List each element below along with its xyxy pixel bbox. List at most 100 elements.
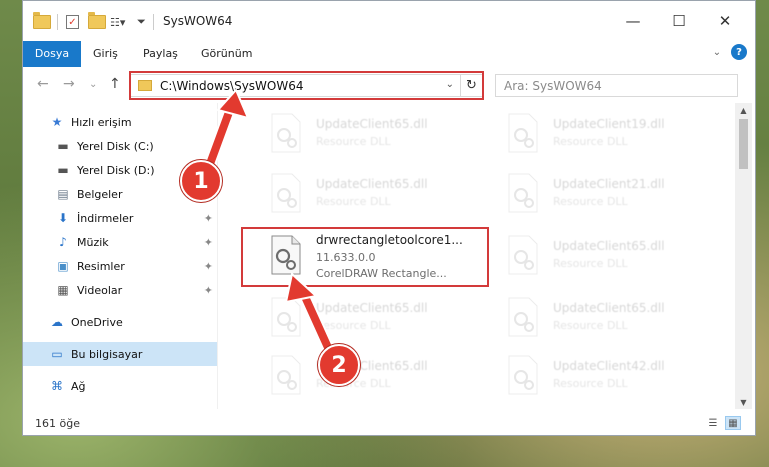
dll-file-icon	[508, 173, 538, 213]
maximize-button[interactable]: ☐	[656, 1, 702, 41]
drive-icon: ▬	[57, 139, 69, 153]
file-tile[interactable]: UpdateClient21.dll Resource DLL	[503, 167, 733, 219]
forward-arrow-icon[interactable]: →	[63, 76, 75, 92]
pin-icon[interactable]: ✦	[204, 236, 213, 249]
quick-access-dropdown-icon[interactable]: ⏷	[137, 13, 146, 31]
address-bar[interactable]: C:\Windows\SysWOW64 ⌄	[129, 74, 483, 97]
file-name: UpdateClient65.dll	[553, 239, 665, 253]
tab-file[interactable]: Dosya	[23, 41, 81, 67]
file-type: Resource DLL	[553, 135, 628, 148]
scroll-up-arrow-icon[interactable]: ▲	[735, 103, 752, 117]
sidebar-item-quick-access[interactable]: ★ Hızlı erişim	[23, 110, 217, 134]
refresh-icon[interactable]: ↻	[460, 74, 482, 97]
file-tile[interactable]: UpdateClient65.dll Resource DLL	[266, 107, 496, 159]
file-tile[interactable]: UpdateClient65.dll Resource DLL	[266, 291, 496, 343]
sidebar-item-pictures[interactable]: ▣ Resimler ✦	[23, 254, 217, 278]
customize-toolbar-icon[interactable]: ☷▾	[110, 13, 125, 31]
dll-file-icon	[271, 113, 301, 153]
close-button[interactable]: ✕	[702, 1, 748, 41]
dll-file-icon	[271, 173, 301, 213]
back-arrow-icon[interactable]: ←	[37, 76, 49, 92]
sidebar-item-label: OneDrive	[71, 315, 123, 329]
file-type: Resource DLL	[553, 377, 628, 390]
properties-icon[interactable]: ✓	[66, 13, 79, 31]
folder-icon	[138, 80, 152, 91]
file-type: Resource DLL	[316, 195, 391, 208]
file-type: Resource DLL	[553, 257, 628, 270]
help-icon[interactable]: ?	[731, 44, 747, 60]
sidebar-item-music[interactable]: ♪ Müzik ✦	[23, 230, 217, 254]
navigation-bar: ← → ⌄ ↑ C:\Windows\SysWOW64 ⌄ ↻ Ara: Sys…	[23, 67, 755, 103]
file-tile[interactable]: UpdateClient65.dll Resource DLL	[266, 167, 496, 219]
title-separator	[153, 13, 154, 31]
file-version: 11.633.0.0	[316, 251, 376, 264]
video-icon: ▦	[57, 283, 69, 297]
window-title: SysWOW64	[163, 14, 233, 28]
file-description: CorelDRAW Rectangle...	[316, 267, 447, 280]
file-name: drwrectangletoolcore1...	[316, 233, 463, 247]
tiles-view-icon[interactable]: ▦	[725, 416, 741, 430]
file-tile[interactable]: UpdateClient42.dll Resource DLL	[503, 349, 733, 401]
expand-ribbon-icon[interactable]: ⌄	[709, 44, 725, 60]
file-name: UpdateClient65.dll	[316, 301, 428, 315]
sidebar-item-disk-c[interactable]: ▬ Yerel Disk (C:)	[23, 134, 217, 158]
recent-locations-icon[interactable]: ⌄	[89, 79, 97, 90]
cloud-icon: ☁	[51, 315, 63, 329]
file-list: UpdateClient65.dll Resource DLL UpdateCl…	[218, 103, 736, 409]
item-count: 161 öğe	[35, 417, 80, 430]
file-name: UpdateClient65.dll	[316, 117, 428, 131]
scroll-down-arrow-icon[interactable]: ▼	[735, 395, 752, 409]
sidebar-item-this-pc[interactable]: ▭ Bu bilgisayar	[23, 342, 217, 366]
sidebar-item-label: Belgeler	[77, 187, 123, 201]
file-type: Resource DLL	[553, 319, 628, 332]
sidebar-item-network[interactable]: ⌘ Ağ	[23, 374, 217, 398]
dll-file-icon	[508, 297, 538, 337]
file-tile[interactable]: UpdateClient19.dll Resource DLL	[503, 107, 733, 159]
pin-icon[interactable]: ✦	[204, 212, 213, 225]
vertical-scrollbar[interactable]: ▲ ▼	[735, 103, 752, 409]
callout-badge-2: 2	[318, 344, 360, 386]
sidebar-item-label: Resimler	[77, 259, 125, 273]
network-icon: ⌘	[51, 379, 63, 393]
file-tile-drwrectangletoolcore[interactable]: drwrectangletoolcore1... 11.633.0.0 Core…	[266, 229, 496, 287]
dll-file-icon	[271, 355, 301, 395]
sidebar-item-label: Videolar	[77, 283, 123, 297]
sidebar-item-label: Yerel Disk (D:)	[77, 163, 155, 177]
tab-view[interactable]: Görünüm	[201, 41, 252, 67]
pictures-icon: ▣	[57, 259, 69, 273]
download-icon: ⬇	[57, 211, 69, 225]
new-folder-icon[interactable]	[88, 12, 106, 31]
file-name: UpdateClient42.dll	[553, 359, 665, 373]
star-icon: ★	[51, 115, 63, 129]
file-name: UpdateClient21.dll	[553, 177, 665, 191]
sidebar-item-label: Ağ	[71, 379, 86, 393]
dll-file-icon	[271, 235, 301, 275]
search-input[interactable]: Ara: SysWOW64	[495, 74, 738, 97]
folder-icon	[33, 12, 51, 31]
file-tile[interactable]: UpdateClient65.dll Resource DLL	[503, 229, 733, 281]
callout-badge-1: 1	[180, 160, 222, 202]
computer-icon: ▭	[51, 347, 63, 361]
file-tile[interactable]: UpdateClient65.dll Resource DLL	[503, 291, 733, 343]
tab-home[interactable]: Giriş	[93, 41, 118, 67]
navigation-pane: ★ Hızlı erişim ▬ Yerel Disk (C:) ▬ Yerel…	[23, 103, 217, 403]
pin-icon[interactable]: ✦	[204, 284, 213, 297]
up-arrow-icon[interactable]: ↑	[109, 76, 121, 92]
sidebar-item-onedrive[interactable]: ☁ OneDrive	[23, 310, 217, 334]
pin-icon[interactable]: ✦	[204, 260, 213, 273]
file-tile[interactable]: UpdateClient65.dll Resource DLL	[266, 349, 496, 401]
dll-file-icon	[271, 297, 301, 337]
scroll-thumb[interactable]	[739, 119, 748, 169]
sidebar-item-label: Bu bilgisayar	[71, 347, 143, 361]
file-type: Resource DLL	[553, 195, 628, 208]
details-view-icon[interactable]: ☰	[705, 416, 721, 430]
search-placeholder: Ara: SysWOW64	[504, 79, 602, 93]
sidebar-item-label: Müzik	[77, 235, 109, 249]
sidebar-item-videos[interactable]: ▦ Videolar ✦	[23, 278, 217, 302]
tab-share[interactable]: Paylaş	[143, 41, 178, 67]
file-name: UpdateClient65.dll	[316, 177, 428, 191]
minimize-button[interactable]: —	[610, 1, 656, 41]
sidebar-item-downloads[interactable]: ⬇ İndirmeler ✦	[23, 206, 217, 230]
ribbon-tabs: Dosya Giriş Paylaş Görünüm	[23, 41, 755, 67]
address-dropdown-icon[interactable]: ⌄	[446, 79, 454, 90]
